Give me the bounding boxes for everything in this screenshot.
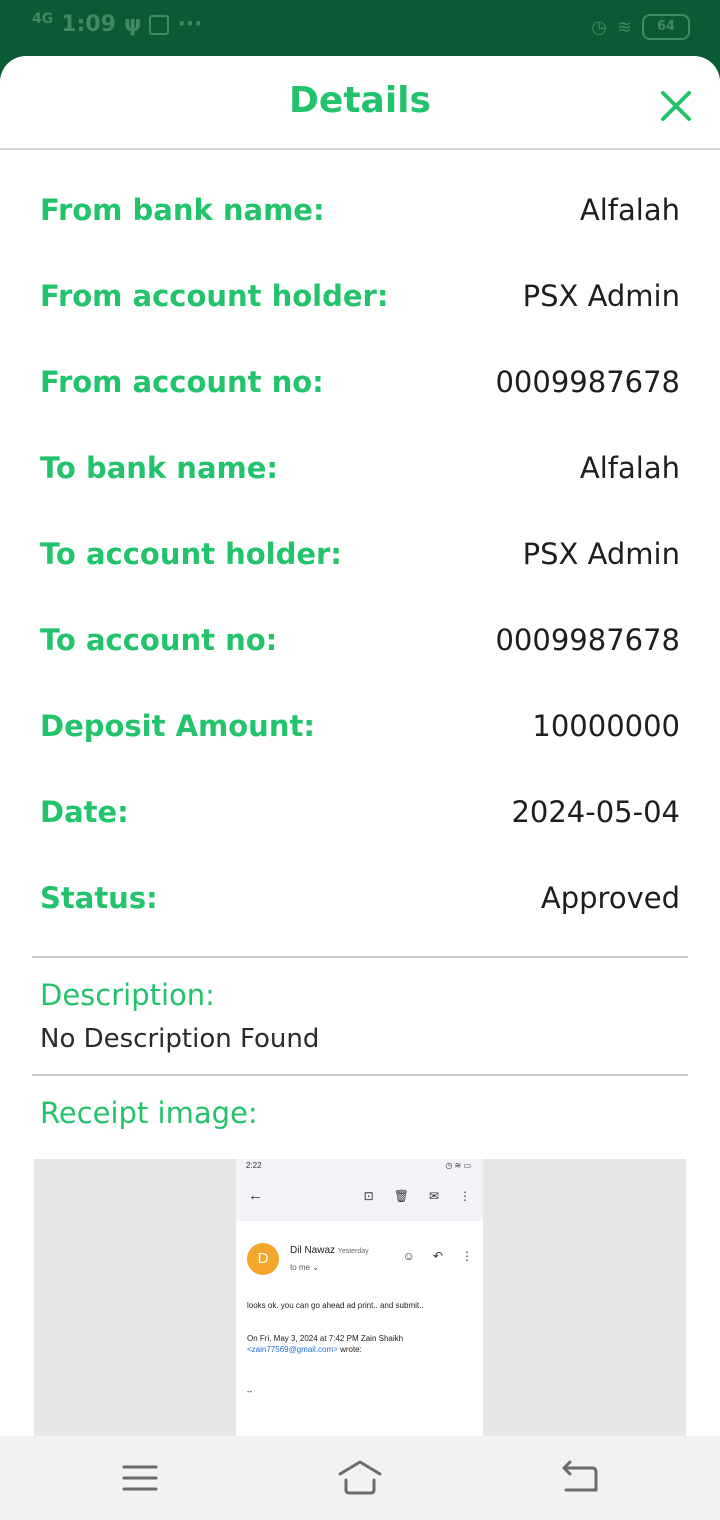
shot-chevron-down-icon: ⌄ bbox=[312, 1263, 319, 1272]
detail-row-to-holder: To account holder: PSX Admin bbox=[40, 524, 680, 584]
detail-label: Date: bbox=[40, 795, 129, 829]
shot-sender: Dil Nawaz Yesterday bbox=[290, 1245, 369, 1256]
shot-reply-icon: ↶ bbox=[432, 1249, 443, 1263]
receipt-image[interactable]: 2:22 ◷ ≋ ▭ ← ⊡ 🗑 ✉ ⋮ D Dil Nawaz Yesterd… bbox=[34, 1159, 686, 1436]
status-value: Approved bbox=[540, 881, 680, 915]
shot-trash-icon: 🗑 bbox=[393, 1189, 409, 1203]
sheet-title: Details bbox=[289, 80, 431, 121]
receipt-label: Receipt image: bbox=[40, 1096, 258, 1130]
detail-row-from-account: From account no: 0009987678 bbox=[40, 352, 680, 412]
detail-value: PSX Admin bbox=[522, 279, 680, 313]
divider bbox=[32, 956, 688, 958]
shot-actions: ☺ ↶ ⋮ bbox=[403, 1249, 473, 1263]
back-icon bbox=[562, 1460, 598, 1492]
detail-value: 0009987678 bbox=[495, 365, 680, 399]
description-label: Description: bbox=[40, 978, 215, 1012]
shot-body: looks ok. you can go ahead ad print.. an… bbox=[247, 1301, 424, 1310]
shot-sent-when: Yesterday bbox=[337, 1248, 369, 1255]
network-type: 4G bbox=[32, 10, 54, 27]
shot-to-text: to me bbox=[290, 1263, 311, 1272]
detail-row-status: Status: Approved bbox=[40, 868, 680, 928]
detail-row-to-bank: To bank name: Alfalah bbox=[40, 438, 680, 498]
detail-value: PSX Admin bbox=[522, 537, 680, 571]
detail-value: 0009987678 bbox=[495, 623, 680, 657]
description-value: No Description Found bbox=[40, 1024, 320, 1054]
shot-status-icons: ◷ ≋ ▭ bbox=[445, 1161, 471, 1170]
status-bar: 4G 1:09 ψ ··· ◷ ≋ 64 bbox=[0, 0, 720, 56]
detail-row-from-bank: From bank name: Alfalah bbox=[40, 180, 680, 240]
shot-back-arrow-icon: ← bbox=[248, 1187, 263, 1204]
battery-icon: 64 bbox=[642, 14, 690, 40]
shot-toolbar: ← ⊡ 🗑 ✉ ⋮ bbox=[236, 1173, 483, 1221]
divider bbox=[32, 1074, 688, 1076]
menu-button[interactable] bbox=[118, 1456, 162, 1500]
detail-label: To account holder: bbox=[40, 537, 342, 571]
home-button[interactable] bbox=[338, 1456, 382, 1500]
detail-label: Deposit Amount: bbox=[40, 709, 315, 743]
shot-quote-email: <zain77569@gmail.com> bbox=[247, 1345, 338, 1354]
detail-label: From account no: bbox=[40, 365, 324, 399]
detail-row-date: Date: 2024-05-04 bbox=[40, 782, 680, 842]
shot-signature-dash: -- bbox=[247, 1387, 253, 1396]
detail-value: Alfalah bbox=[579, 451, 680, 485]
shot-sender-name: Dil Nawaz bbox=[290, 1245, 336, 1256]
back-button[interactable] bbox=[558, 1456, 602, 1500]
detail-value: 2024-05-04 bbox=[511, 795, 680, 829]
shot-more-icon: ⋮ bbox=[459, 1189, 471, 1203]
shot-mail-icon: ✉ bbox=[428, 1189, 439, 1203]
shot-quote-wrote: wrote: bbox=[337, 1345, 362, 1354]
shot-quote-line: On Fri, May 3, 2024 at 7:42 PM Zain Shai… bbox=[247, 1334, 404, 1343]
wifi-icon: ≋ bbox=[616, 16, 632, 38]
detail-label: To bank name: bbox=[40, 451, 279, 485]
home-icon bbox=[338, 1460, 382, 1495]
more-dots-icon: ··· bbox=[177, 12, 203, 37]
usb-icon: ψ bbox=[123, 12, 142, 37]
detail-row-from-holder: From account holder: PSX Admin bbox=[40, 266, 680, 326]
status-left: 4G 1:09 ψ ··· bbox=[32, 10, 203, 38]
shot-quote-line: <zain77569@gmail.com> wrote: bbox=[247, 1345, 362, 1354]
close-button[interactable] bbox=[656, 86, 696, 126]
notification-icon bbox=[149, 14, 170, 35]
detail-label: Status: bbox=[40, 881, 158, 915]
shot-status-time: 2:22 bbox=[246, 1161, 262, 1170]
detail-row-deposit-amount: Deposit Amount: 10000000 bbox=[40, 696, 680, 756]
shot-avatar: D bbox=[247, 1243, 279, 1275]
detail-label: From account holder: bbox=[40, 279, 389, 313]
navigation-bar bbox=[0, 1436, 720, 1520]
detail-value: 10000000 bbox=[532, 709, 680, 743]
alarm-icon: ◷ bbox=[591, 16, 607, 38]
shot-more-icon: ⋮ bbox=[461, 1249, 473, 1263]
detail-label: To account no: bbox=[40, 623, 278, 657]
sheet-header: Details bbox=[0, 56, 720, 150]
details-sheet: Details From bank name: Alfalah From acc… bbox=[0, 56, 720, 1436]
menu-icon bbox=[122, 1465, 158, 1491]
shot-status-bar: 2:22 ◷ ≋ ▭ bbox=[236, 1159, 483, 1173]
status-time: 1:09 bbox=[61, 12, 116, 37]
shot-to: to me ⌄ bbox=[290, 1263, 319, 1272]
detail-value: Alfalah bbox=[579, 193, 680, 227]
shot-emoji-icon: ☺ bbox=[402, 1249, 415, 1263]
close-icon bbox=[661, 91, 691, 121]
shot-tools: ⊡ 🗑 ✉ ⋮ bbox=[364, 1189, 471, 1203]
status-right: ◷ ≋ 64 bbox=[591, 14, 690, 40]
detail-label: From bank name: bbox=[40, 193, 325, 227]
shot-archive-icon: ⊡ bbox=[363, 1189, 374, 1203]
receipt-screenshot: 2:22 ◷ ≋ ▭ ← ⊡ 🗑 ✉ ⋮ D Dil Nawaz Yesterd… bbox=[236, 1159, 483, 1436]
detail-row-to-account: To account no: 0009987678 bbox=[40, 610, 680, 670]
